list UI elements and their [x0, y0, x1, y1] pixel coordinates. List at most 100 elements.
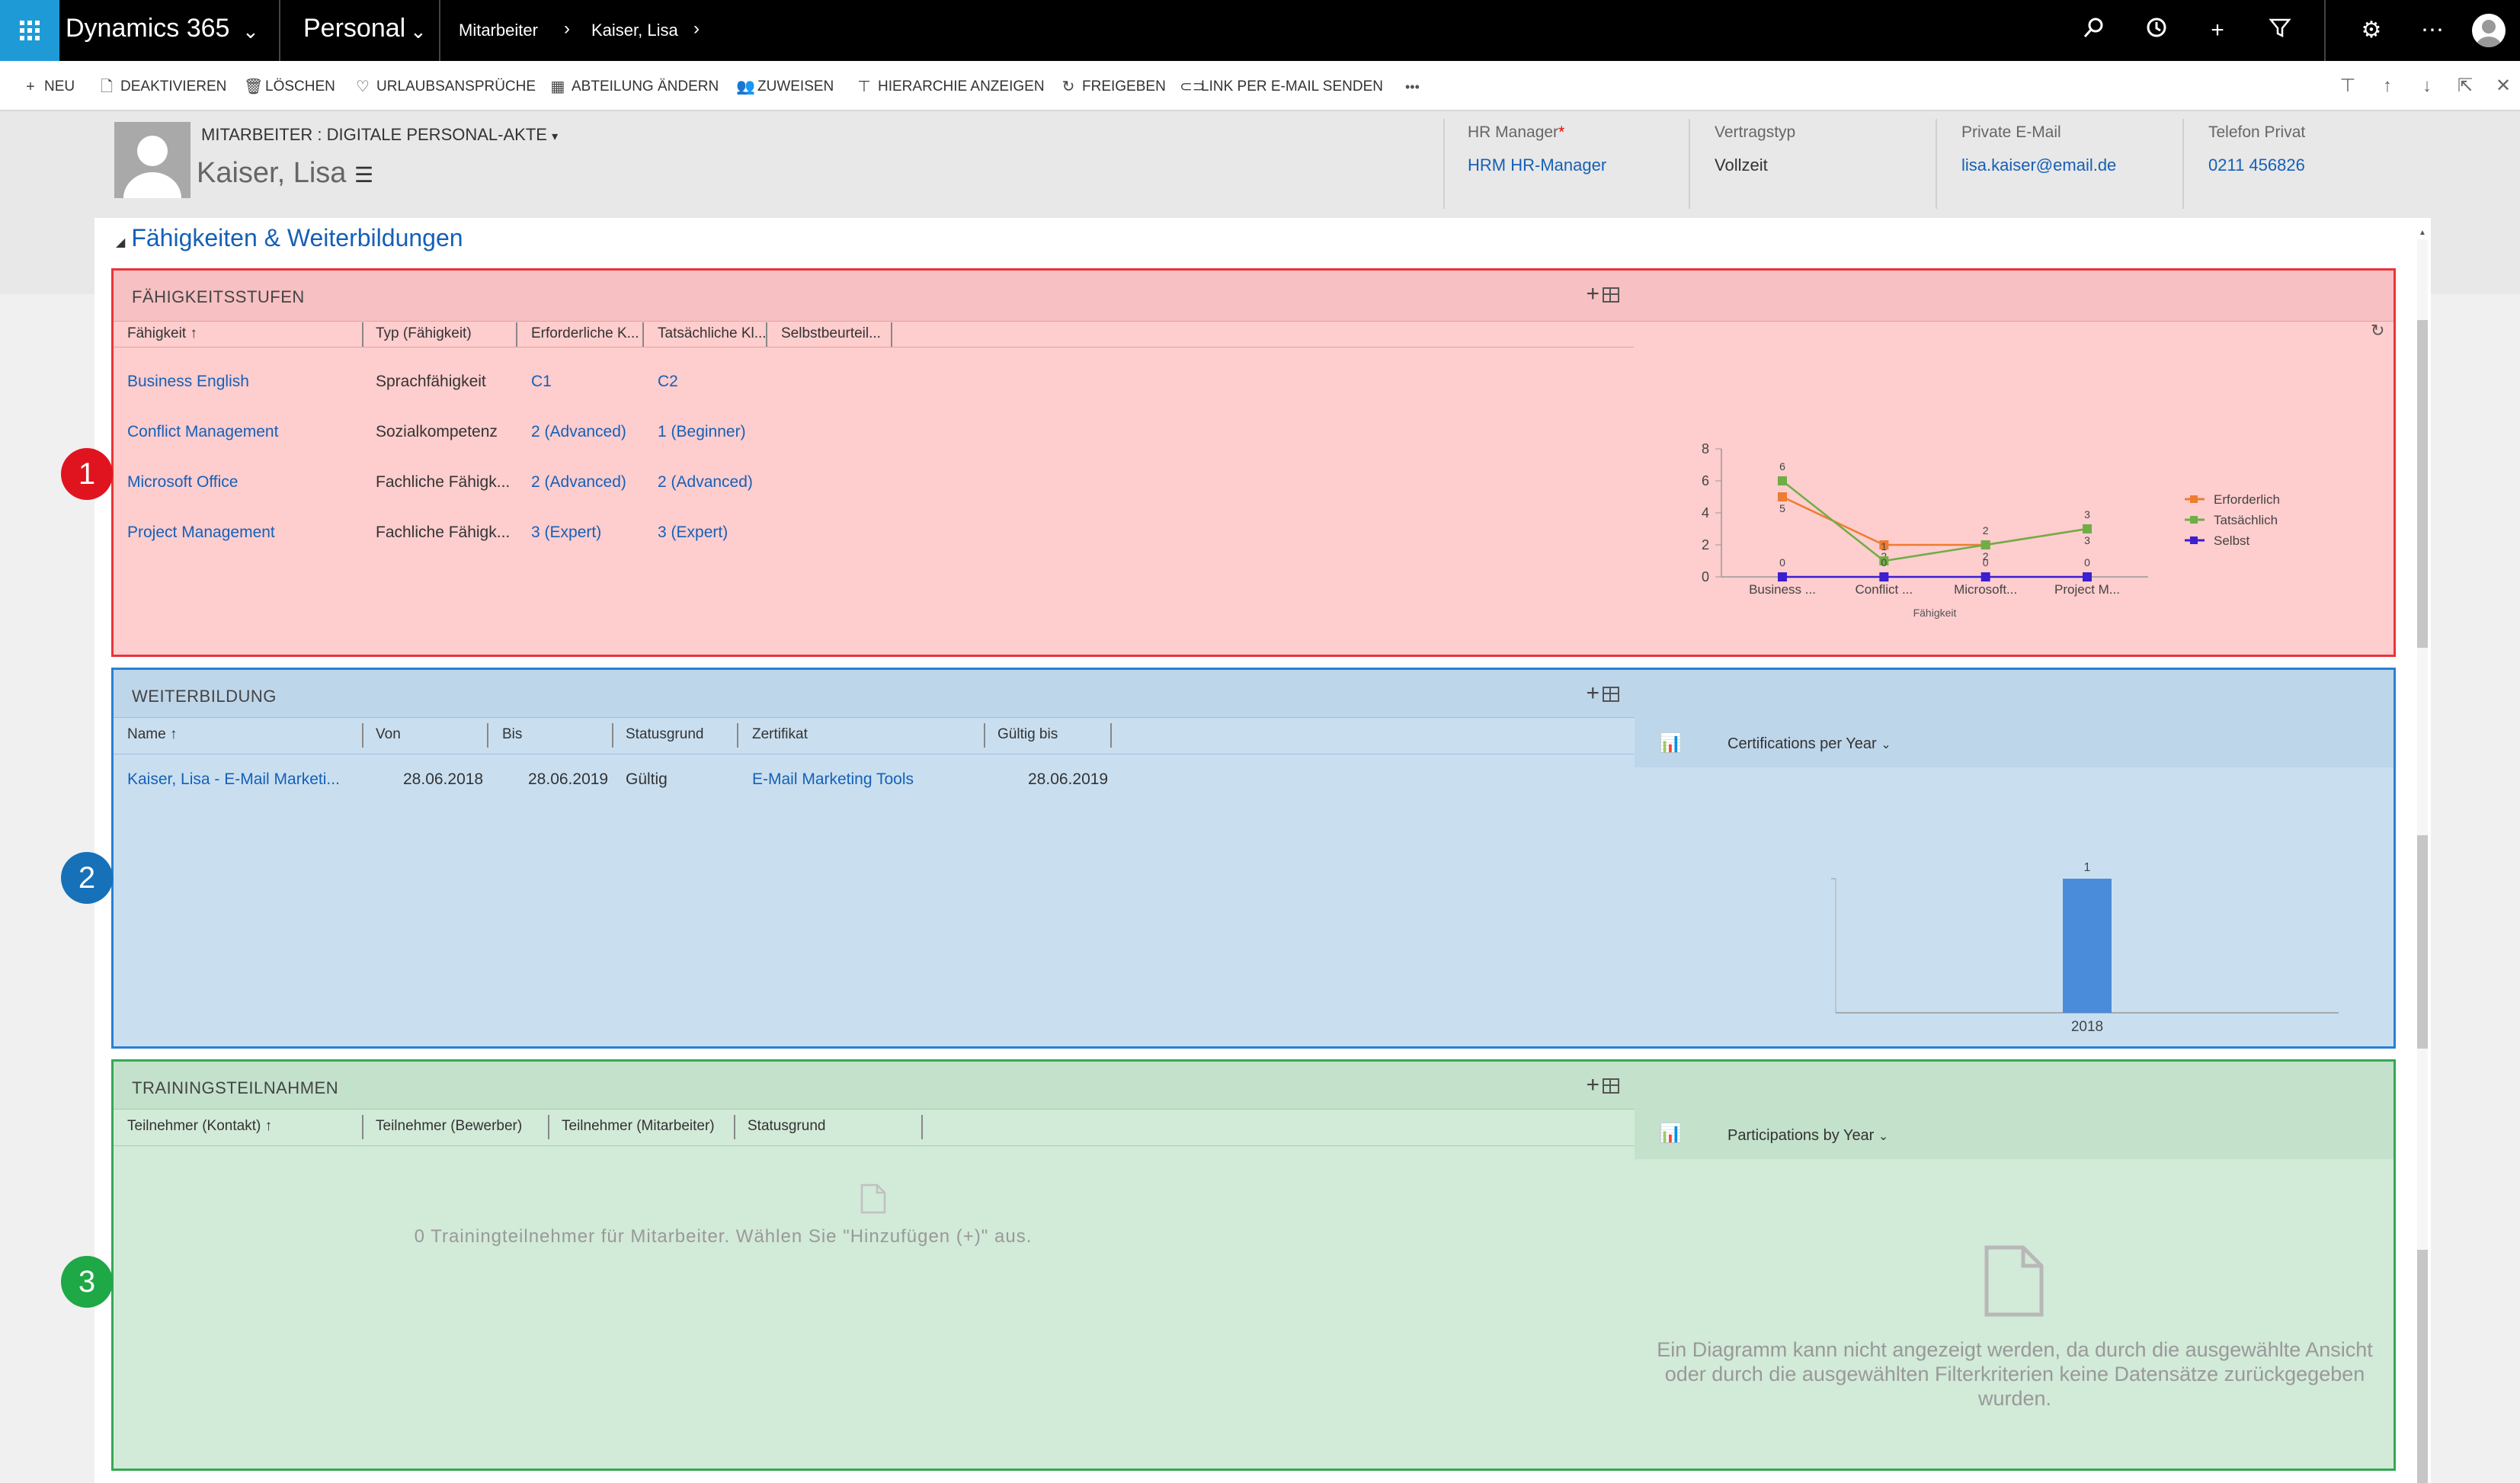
- chart-icon[interactable]: 📊: [1659, 732, 1682, 754]
- actual-level-link[interactable]: C2: [658, 373, 678, 391]
- required-level-link[interactable]: 2 (Advanced): [531, 423, 626, 441]
- plus-icon[interactable]: +: [2202, 15, 2233, 46]
- grid-icon[interactable]: [1603, 1078, 1619, 1094]
- column-header[interactable]: Von: [376, 726, 401, 743]
- refresh-icon[interactable]: ↻: [2371, 321, 2384, 341]
- column-header[interactable]: Statusgrund: [748, 1118, 825, 1135]
- new-button[interactable]: + NEU: [23, 76, 75, 98]
- actual-level-link[interactable]: 2 (Advanced): [658, 473, 753, 492]
- chevron-down-icon[interactable]: ⌄: [410, 20, 427, 43]
- area-title[interactable]: Personal: [303, 14, 405, 43]
- arrow-up-icon[interactable]: ↑: [2376, 75, 2399, 98]
- chart-icon[interactable]: 📊: [1659, 1123, 1682, 1145]
- waffle-icon: [20, 21, 40, 40]
- skill-link[interactable]: Conflict Management: [127, 423, 278, 441]
- history-icon[interactable]: [2141, 15, 2172, 46]
- column-header[interactable]: Name ↑: [127, 726, 177, 743]
- column-header[interactable]: Gültig bis: [997, 726, 1058, 743]
- training-record-link[interactable]: Kaiser, Lisa - E-Mail Marketi...: [127, 770, 340, 789]
- skill-link[interactable]: Microsoft Office: [127, 473, 238, 492]
- actual-level-link[interactable]: 3 (Expert): [658, 524, 728, 542]
- column-header[interactable]: Zertifikat: [752, 726, 808, 743]
- app-launcher-button[interactable]: [0, 0, 59, 61]
- add-record-button[interactable]: +: [1586, 281, 1599, 307]
- required-level-link[interactable]: C1: [531, 373, 552, 391]
- filter-icon[interactable]: [2265, 15, 2295, 46]
- column-divider[interactable]: [1110, 723, 1112, 748]
- change-department-button[interactable]: ▦ ABTEILUNG ÄNDERN: [550, 76, 719, 98]
- app-title[interactable]: Dynamics 365: [66, 14, 229, 43]
- add-record-button[interactable]: +: [1586, 1072, 1599, 1098]
- data-label: 5: [1779, 502, 1785, 514]
- scrollbar-thumb[interactable]: [2417, 320, 2428, 648]
- column-header[interactable]: Erforderliche K...: [531, 325, 639, 342]
- column-divider[interactable]: [737, 723, 738, 748]
- close-icon[interactable]: ✕: [2492, 75, 2515, 98]
- search-icon[interactable]: [2079, 15, 2109, 46]
- column-divider[interactable]: [921, 1115, 923, 1139]
- arrow-down-icon[interactable]: ↓: [2416, 75, 2438, 98]
- chevron-right-icon[interactable]: ›: [693, 18, 700, 40]
- required-level-link[interactable]: 3 (Expert): [531, 524, 601, 542]
- chart-selector[interactable]: Certifications per Year ⌄: [1727, 735, 1891, 753]
- column-divider[interactable]: [487, 723, 488, 748]
- show-hierarchy-button[interactable]: ⊤ HIERARCHIE ANZEIGEN: [857, 76, 1044, 98]
- column-header[interactable]: Bis: [502, 726, 522, 743]
- profile-picture[interactable]: [114, 122, 191, 198]
- certificate-link[interactable]: E-Mail Marketing Tools: [752, 770, 914, 789]
- column-header[interactable]: Tatsächliche Kl...: [658, 325, 767, 342]
- actual-level-link[interactable]: 1 (Beginner): [658, 423, 746, 441]
- column-header[interactable]: Teilnehmer (Kontakt) ↑: [127, 1118, 272, 1135]
- list-icon[interactable]: ☰: [354, 163, 373, 187]
- column-header[interactable]: Teilnehmer (Mitarbeiter): [562, 1118, 715, 1135]
- column-divider[interactable]: [612, 723, 613, 748]
- more-icon[interactable]: ⋯: [2417, 15, 2448, 46]
- leave-entitlements-button[interactable]: ♡ URLAUBSANSPRÜCHE: [355, 76, 536, 98]
- column-divider[interactable]: [734, 1115, 735, 1139]
- chart-selector[interactable]: Participations by Year ⌄: [1727, 1127, 1888, 1145]
- data-point: [1778, 476, 1787, 485]
- column-header[interactable]: Typ (Fähigkeit): [376, 325, 472, 342]
- skill-link[interactable]: Business English: [127, 373, 249, 391]
- column-divider[interactable]: [362, 322, 363, 347]
- scrollbar-thumb[interactable]: [2417, 835, 2428, 1049]
- private-phone-link[interactable]: 0211 456826: [2208, 155, 2305, 175]
- column-header[interactable]: Selbstbeurteil...: [781, 325, 881, 342]
- private-email-link[interactable]: lisa.kaiser@email.de: [1961, 155, 2116, 175]
- scrollbar-thumb[interactable]: [2417, 1250, 2428, 1483]
- chevron-down-icon[interactable]: ⌄: [242, 20, 259, 43]
- hr-manager-link[interactable]: HRM HR-Manager: [1468, 155, 1606, 175]
- form-selector[interactable]: MITARBEITER : DIGITALE PERSONAL-AKTE ▾: [201, 125, 558, 145]
- assign-button[interactable]: 👥 ZUWEISEN: [736, 76, 834, 98]
- popout-icon[interactable]: ⇱: [2454, 75, 2477, 98]
- share-button[interactable]: ↻ FREIGEBEN: [1061, 76, 1166, 98]
- column-header[interactable]: Statusgrund: [626, 726, 703, 743]
- hierarchy-icon[interactable]: ⊤: [2336, 75, 2359, 98]
- deactivate-button[interactable]: 🗋 DEAKTIVIEREN: [99, 76, 226, 98]
- column-divider[interactable]: [362, 1115, 363, 1139]
- section-title[interactable]: ◢ Fähigkeiten & Weiterbildungen: [116, 224, 463, 252]
- more-commands-button[interactable]: •••: [1405, 76, 1420, 98]
- column-header[interactable]: Fähigkeit ↑: [127, 325, 197, 342]
- column-divider[interactable]: [516, 322, 517, 347]
- column-divider[interactable]: [548, 1115, 549, 1139]
- add-record-button[interactable]: +: [1586, 681, 1599, 706]
- column-divider[interactable]: [891, 322, 892, 347]
- grid-icon[interactable]: [1603, 687, 1619, 702]
- breadcrumb-record[interactable]: Kaiser, Lisa: [591, 21, 678, 40]
- required-level-link[interactable]: 2 (Advanced): [531, 473, 626, 492]
- column-divider[interactable]: [642, 322, 644, 347]
- breadcrumb-mitarbeiter[interactable]: Mitarbeiter: [459, 21, 538, 40]
- column-divider[interactable]: [984, 723, 985, 748]
- avatar[interactable]: [2472, 14, 2506, 47]
- skill-link[interactable]: Project Management: [127, 524, 275, 542]
- column-header[interactable]: Teilnehmer (Bewerber): [376, 1118, 522, 1135]
- column-divider[interactable]: [766, 322, 767, 347]
- delete-button[interactable]: 🗑 LÖSCHEN: [244, 76, 335, 98]
- column-divider[interactable]: [362, 723, 363, 748]
- scroll-up-icon[interactable]: ▲: [2417, 229, 2428, 239]
- email-link-button[interactable]: ⊂⊃ LINK PER E-MAIL SENDEN: [1180, 76, 1383, 98]
- training-from: 28.06.2018: [403, 770, 484, 788]
- gear-icon[interactable]: ⚙: [2356, 15, 2387, 46]
- grid-icon[interactable]: [1603, 287, 1619, 303]
